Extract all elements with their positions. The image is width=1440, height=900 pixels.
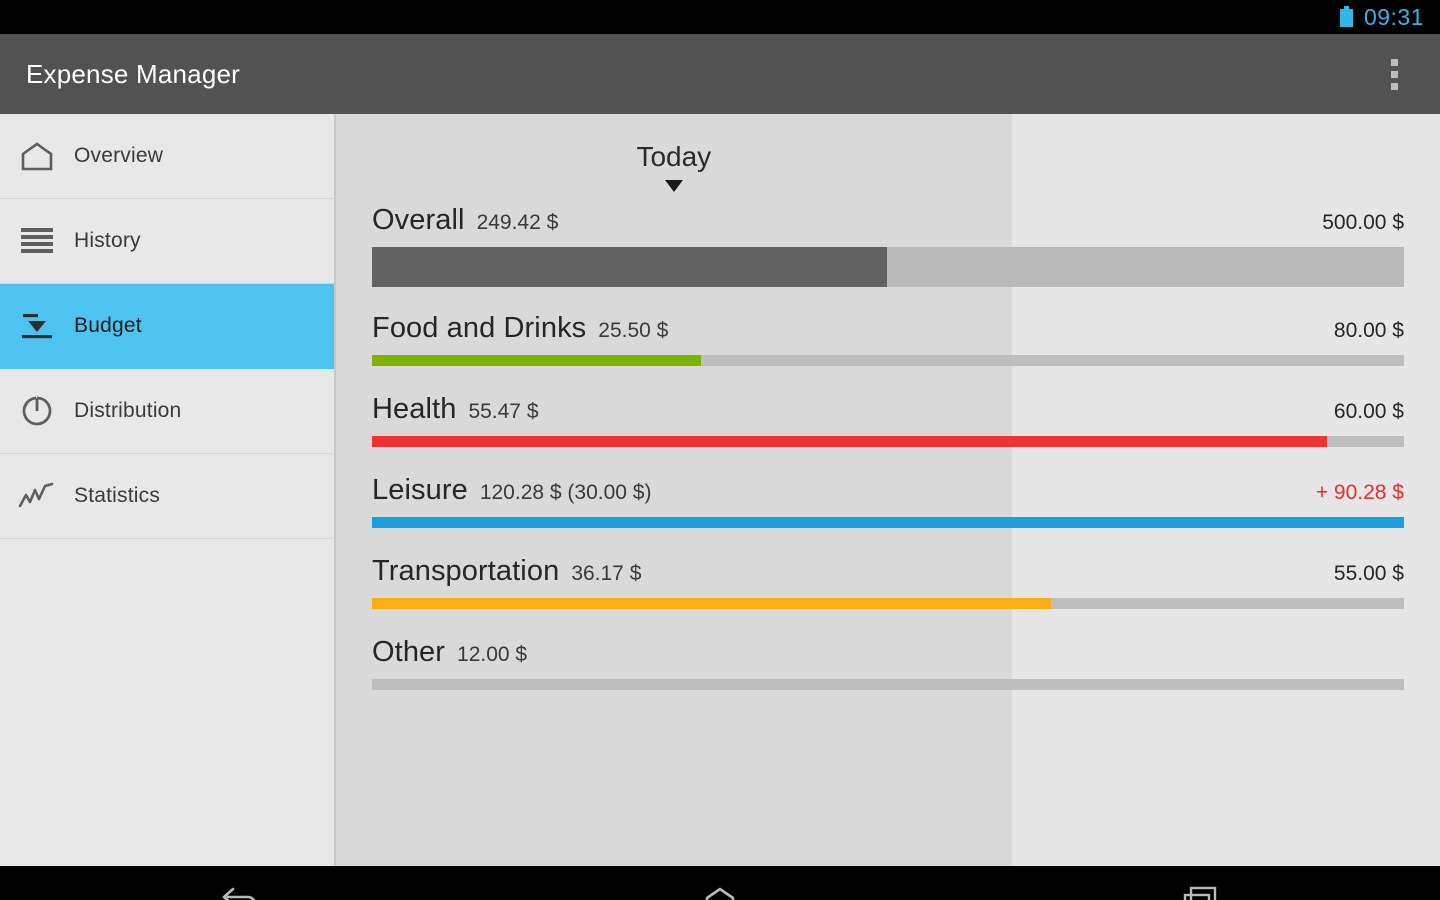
budget-row-left: Other 12.00 $ — [372, 636, 527, 669]
budget-row-header: Transportation 36.17 $ 55.00 $ — [372, 555, 1404, 598]
budget-category-name: Overall — [372, 204, 465, 236]
overflow-dot — [1390, 70, 1398, 78]
overflow-dot — [1390, 58, 1398, 66]
overflow-dot — [1390, 82, 1398, 90]
budget-row-left: Health 55.47 $ — [372, 393, 539, 426]
sidebar-item-label: Budget — [74, 314, 142, 337]
budget-limit-amount: 60.00 $ — [1333, 400, 1404, 423]
budget-progress-track — [372, 598, 1404, 609]
budget-spent-amount: 55.47 $ — [468, 400, 539, 423]
list-icon — [0, 227, 74, 255]
budget-row[interactable]: Other 12.00 $ — [372, 636, 1404, 690]
budget-row-header: Health 55.47 $ 60.00 $ — [372, 393, 1404, 436]
budget-progress-fill — [372, 355, 702, 366]
line-chart-icon — [0, 482, 74, 510]
budget-row[interactable]: Transportation 36.17 $ 55.00 $ — [372, 555, 1404, 609]
budget-spent-amount: 249.42 $ — [476, 211, 559, 234]
budget-progress-track — [372, 517, 1404, 528]
budget-progress-track — [372, 679, 1404, 690]
budget-limit-amount: 500.00 $ — [1322, 211, 1404, 234]
budget-category-name: Transportation — [372, 555, 560, 587]
budget-row-list: Overall 249.42 $ 500.00 $ Food and Drinks 25… — [372, 204, 1404, 690]
budget-category-name: Other — [372, 636, 446, 668]
app-bar: Expense Manager — [0, 34, 1440, 114]
budget-spent-amount: 36.17 $ — [571, 562, 642, 585]
budget-row-header: Other 12.00 $ — [372, 636, 1404, 679]
budget-row-header: Food and Drinks 25.50 $ 80.00 $ — [372, 312, 1404, 355]
budget-row-header: Overall 249.42 $ 500.00 $ — [372, 204, 1404, 247]
row-spacer — [372, 447, 1404, 474]
home-icon — [0, 141, 74, 171]
budget-progress-track — [372, 247, 1404, 287]
budget-progress-track — [372, 436, 1404, 447]
sidebar-item-label: Distribution — [74, 399, 182, 422]
budget-progress-fill — [372, 598, 1052, 609]
budget-category-name: Leisure — [372, 474, 468, 506]
budget-spent-amount: 25.50 $ — [598, 319, 669, 342]
battery-icon — [1339, 6, 1364, 28]
row-spacer — [372, 366, 1404, 393]
budget-panel: Today Overall 249.42 $500.00 $ Food and Dr… — [336, 114, 1440, 866]
budget-row[interactable]: Food and Drinks 25.50 $ 80.00 $ — [372, 312, 1404, 366]
app-title: Expense Manager — [26, 58, 241, 89]
budget-category-name: Health — [372, 393, 457, 425]
overflow-menu-icon[interactable] — [1370, 34, 1418, 114]
sidebar-item-statistics[interactable]: Statistics — [0, 454, 334, 539]
row-spacer — [372, 528, 1404, 555]
sidebar-item-label: History — [74, 229, 141, 252]
budget-row-left: Overall 249.42 $ — [372, 204, 558, 237]
budget-icon — [0, 312, 74, 340]
recent-apps-icon[interactable] — [1125, 866, 1275, 900]
row-spacer — [372, 287, 1404, 312]
budget-row-left: Leisure 120.28 $ (30.00 $) — [372, 474, 651, 507]
budget-row-left: Food and Drinks 25.50 $ — [372, 312, 668, 345]
sidebar-item-history[interactable]: History — [0, 199, 334, 284]
budget-progress-track — [372, 355, 1404, 366]
budget-progress-fill — [372, 436, 1327, 447]
android-navigation-bar — [0, 866, 1440, 900]
row-spacer — [372, 609, 1404, 636]
sidebar-item-label: Statistics — [74, 484, 161, 507]
budget-category-name: Food and Drinks — [372, 312, 587, 344]
budget-limit-amount: 80.00 $ — [1333, 319, 1404, 342]
sidebar-navigation: Overview History Budget Distribution Sta… — [0, 114, 336, 866]
budget-progress-fill — [372, 247, 887, 287]
back-icon[interactable] — [165, 866, 315, 900]
pie-chart-icon — [0, 395, 74, 427]
budget-spent-amount: 120.28 $ (30.00 $) — [479, 481, 652, 504]
budget-row-left: Transportation 36.17 $ — [372, 555, 641, 588]
budget-overspend-amount: + 90.28 $ — [1315, 481, 1404, 504]
sidebar-item-overview[interactable]: Overview — [0, 114, 334, 199]
budget-spent-amount: 12.00 $ — [457, 643, 528, 666]
sidebar-item-distribution[interactable]: Distribution — [0, 369, 334, 454]
budget-row[interactable]: Leisure 120.28 $ (30.00 $) + 90.28 $ — [372, 474, 1404, 528]
android-status-bar: 09:31 — [0, 0, 1440, 34]
sidebar-item-budget[interactable]: Budget — [0, 284, 334, 369]
status-bar-clock: 09:31 — [1363, 3, 1424, 30]
sidebar-item-label: Overview — [74, 144, 164, 167]
home-icon[interactable] — [645, 866, 795, 900]
budget-row[interactable]: Health 55.47 $ 60.00 $ — [372, 393, 1404, 447]
budget-row-header: Leisure 120.28 $ (30.00 $) + 90.28 $ — [372, 474, 1404, 517]
content-area: Overview History Budget Distribution Sta… — [0, 114, 1440, 866]
budget-limit-amount: 55.00 $ — [1333, 562, 1404, 585]
budget-progress-fill — [372, 517, 1404, 528]
budget-row[interactable]: Overall 249.42 $ 500.00 $ — [372, 204, 1404, 287]
